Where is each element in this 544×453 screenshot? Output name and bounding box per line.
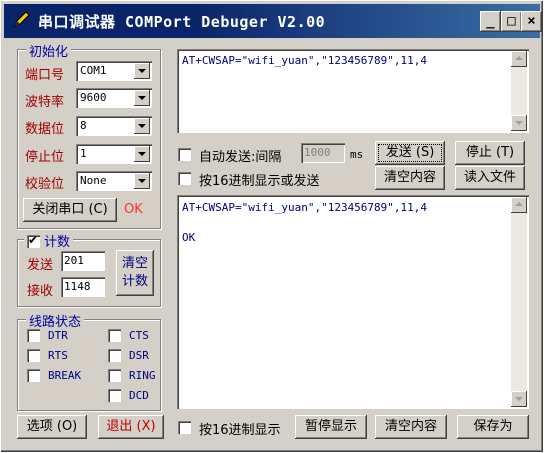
window-title: 串口调试器 COMPort Debuger V2.00	[38, 13, 326, 31]
ring-checkbox[interactable]	[108, 369, 121, 382]
clear-count-button[interactable]: 清空 计数	[116, 250, 154, 296]
parity-select[interactable]: None	[76, 171, 152, 191]
send-text: AT+CWSAP="wifi_yuan","123456789",11,4	[182, 54, 428, 67]
dtr-checkbox[interactable]	[27, 329, 40, 342]
pen-icon	[12, 11, 30, 29]
clear-send-button[interactable]: 清空内容	[375, 166, 445, 190]
hex-display-label: 按16进制显示	[199, 423, 281, 438]
hex-send-checkbox[interactable]	[178, 172, 191, 185]
send-count-field: 201	[61, 251, 105, 271]
interval-field[interactable]: 1000	[301, 143, 345, 163]
auto-send-checkbox[interactable]	[178, 148, 191, 161]
stopbits-label: 停止位	[25, 150, 65, 165]
title-bar[interactable]: 串口调试器 COMPort Debuger V2.00 _ □ ×	[4, 4, 542, 38]
stop-button[interactable]: 停止 (T)	[455, 141, 525, 165]
receive-textarea[interactable]: AT+CWSAP="wifi_yuan","123456789",11,4 OK	[177, 195, 529, 409]
baud-select[interactable]: 9600	[76, 88, 152, 108]
receive-scrollbar[interactable]	[511, 197, 527, 407]
baud-label: 波特率	[25, 95, 65, 110]
minimize-button[interactable]: _	[480, 11, 501, 32]
scroll-up-icon[interactable]	[511, 197, 527, 213]
options-button[interactable]: 选项 (O)	[17, 415, 87, 439]
parity-value: None	[80, 174, 107, 187]
save-as-button[interactable]: 保存为	[457, 415, 529, 439]
dtr-label: DTR	[48, 329, 68, 342]
clear-receive-button[interactable]: 清空内容	[375, 415, 447, 439]
send-button[interactable]: 发送 (S)	[375, 141, 445, 165]
scroll-down-icon[interactable]	[511, 391, 527, 407]
exit-button[interactable]: 退出 (X)	[98, 415, 164, 439]
send-scrollbar[interactable]	[511, 51, 527, 131]
close-button[interactable]: ×	[521, 11, 542, 32]
rts-checkbox[interactable]	[27, 349, 40, 362]
chevron-down-icon[interactable]	[134, 63, 150, 79]
count-group-title: 计数	[24, 231, 74, 250]
databits-label: 数据位	[25, 122, 65, 137]
cts-label: CTS	[129, 329, 149, 342]
pause-display-button[interactable]: 暂停显示	[295, 415, 367, 439]
baud-value: 9600	[80, 91, 107, 104]
port-status: OK	[124, 202, 143, 217]
break-label: BREAK	[48, 369, 82, 382]
recv-count-label: 接收	[27, 284, 54, 299]
receive-text: AT+CWSAP="wifi_yuan","123456789",11,4 OK	[182, 201, 428, 244]
line-status-title: 线路状态	[26, 311, 85, 330]
ring-label: RING	[129, 369, 156, 382]
init-group-title: 初始化	[26, 41, 72, 60]
rts-label: RTS	[48, 349, 68, 362]
count-title-text: 计数	[44, 235, 71, 250]
send-count-label: 发送	[27, 258, 54, 273]
databits-value: 8	[80, 119, 87, 132]
chevron-down-icon[interactable]	[134, 118, 150, 134]
count-checkbox[interactable]	[27, 233, 40, 248]
dsr-checkbox[interactable]	[108, 349, 121, 362]
stopbits-value: 1	[80, 147, 87, 160]
hex-send-label: 按16进制显示或发送	[199, 174, 320, 189]
cts-checkbox[interactable]	[108, 329, 121, 342]
close-port-button[interactable]: 关闭串口 (C)	[23, 198, 117, 222]
load-file-button[interactable]: 读入文件	[455, 166, 525, 190]
dcd-label: DCD	[129, 389, 149, 402]
auto-send-label: 自动发送:间隔	[199, 150, 282, 165]
maximize-button[interactable]: □	[501, 11, 522, 32]
interval-unit: ms	[350, 148, 364, 161]
chevron-down-icon[interactable]	[134, 146, 150, 162]
port-label: 端口号	[25, 68, 65, 83]
hex-display-checkbox[interactable]	[178, 421, 191, 434]
databits-select[interactable]: 8	[76, 116, 152, 136]
scroll-down-icon[interactable]	[511, 115, 527, 131]
chevron-down-icon[interactable]	[134, 173, 150, 189]
recv-count-field: 1148	[61, 277, 105, 297]
port-value: COM1	[80, 64, 107, 77]
dsr-label: DSR	[129, 349, 149, 362]
stopbits-select[interactable]: 1	[76, 144, 152, 164]
parity-label: 校验位	[25, 177, 65, 192]
dcd-checkbox[interactable]	[108, 389, 121, 402]
send-textarea[interactable]: AT+CWSAP="wifi_yuan","123456789",11,4	[177, 49, 529, 133]
port-select[interactable]: COM1	[76, 61, 152, 81]
break-checkbox[interactable]	[27, 369, 40, 382]
scroll-up-icon[interactable]	[511, 51, 527, 67]
app-window: 串口调试器 COMPort Debuger V2.00 _ □ × 初始化 端口…	[0, 0, 544, 453]
chevron-down-icon[interactable]	[134, 90, 150, 106]
